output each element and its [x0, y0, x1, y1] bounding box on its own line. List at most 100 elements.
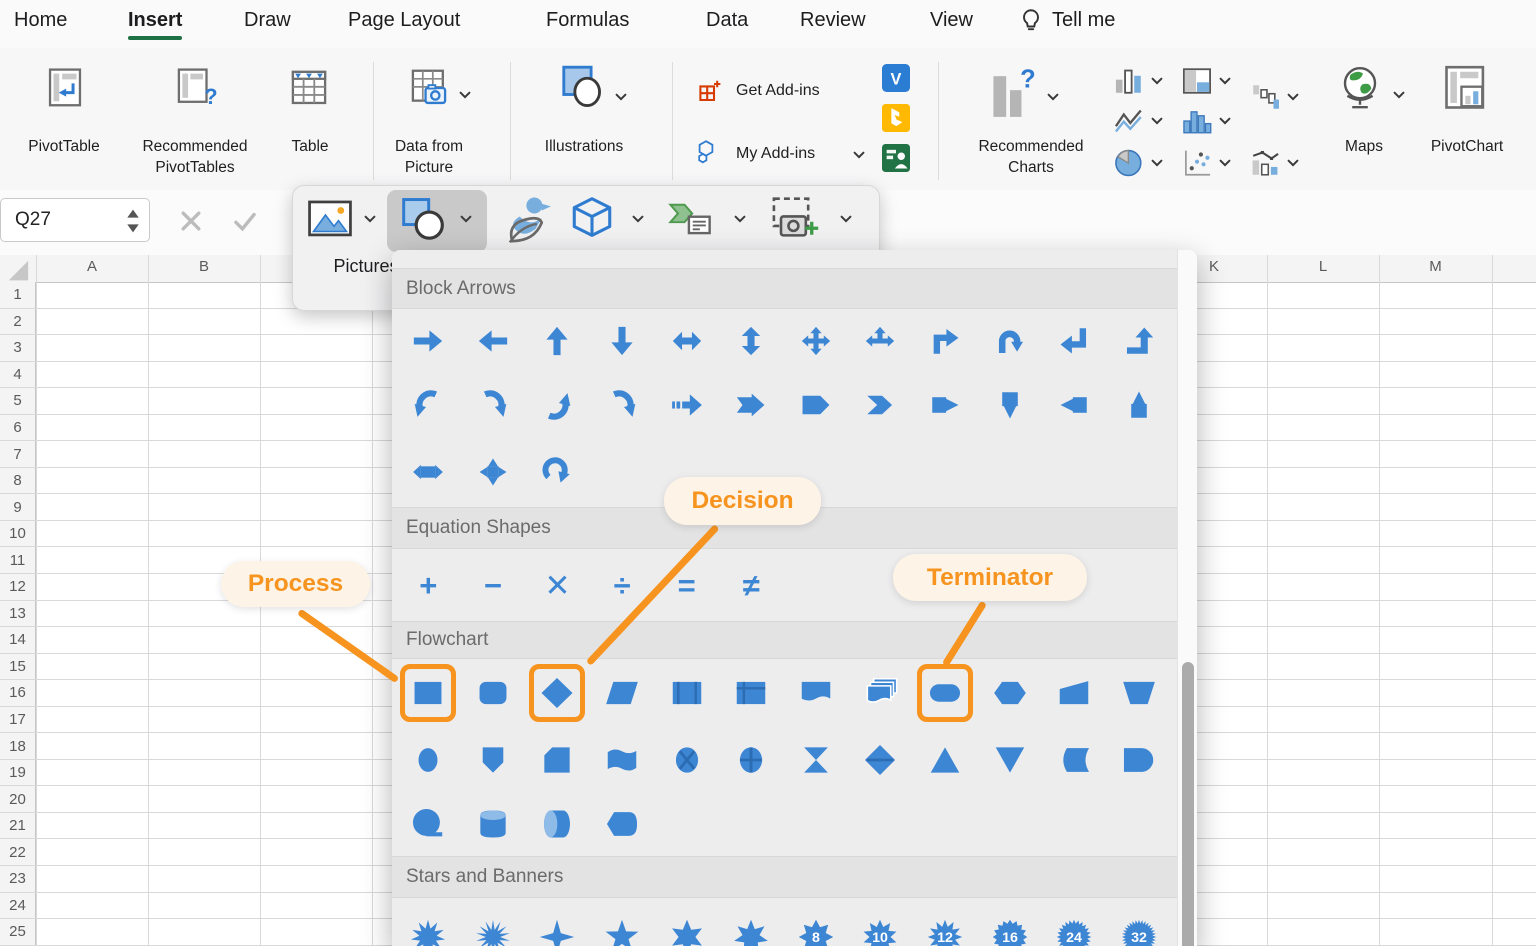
- shape-arrow-circular[interactable]: [525, 437, 590, 507]
- data-from-picture-button[interactable]: Data from Picture: [372, 136, 486, 178]
- menu-tab-data[interactable]: Data: [706, 9, 748, 32]
- panel-scrollbar-thumb[interactable]: [1182, 662, 1194, 946]
- menu-tab-view[interactable]: View: [930, 9, 973, 32]
- chart-line-icon[interactable]: [1112, 104, 1146, 138]
- chevron-down-icon[interactable]: [1286, 90, 1300, 104]
- shape-fc-card[interactable]: [525, 727, 590, 792]
- shape-arrow-bent-up-left[interactable]: [1042, 309, 1107, 373]
- shape-star-24[interactable]: 24: [1042, 911, 1107, 946]
- menu-tab-insert[interactable]: Insert: [128, 9, 182, 32]
- shape-fc-document[interactable]: [784, 659, 849, 727]
- shape-star-12[interactable]: 12: [913, 911, 978, 946]
- shape-arrow-callout-up[interactable]: [1107, 373, 1172, 437]
- pictures-icon[interactable]: [303, 194, 357, 244]
- row-header-17[interactable]: 17: [0, 707, 36, 733]
- chart-treemap-icon[interactable]: [1180, 64, 1214, 98]
- row-header-20[interactable]: 20: [0, 786, 36, 812]
- shape-star-7[interactable]: [719, 911, 784, 946]
- recommended-charts-button[interactable]: Recommended Charts: [956, 136, 1106, 178]
- chart-combo-icon[interactable]: [1248, 146, 1282, 180]
- row-header-3[interactable]: 3: [0, 335, 36, 361]
- chevron-down-icon[interactable]: [1218, 156, 1232, 170]
- shape-shape-pentagon[interactable]: [784, 373, 849, 437]
- chart-waterfall-icon[interactable]: [1248, 80, 1282, 114]
- shape-star-8[interactable]: 8: [784, 911, 849, 946]
- icons-button-icon[interactable]: [499, 192, 555, 246]
- shape-shape-chevron[interactable]: [848, 373, 913, 437]
- shape-star-6[interactable]: [654, 911, 719, 946]
- chart-column-icon[interactable]: [1112, 64, 1146, 98]
- shape-arrow-callout-right[interactable]: [913, 373, 978, 437]
- shape-fc-connector[interactable]: [396, 727, 461, 792]
- row-header-24[interactable]: 24: [0, 893, 36, 919]
- chevron-down-icon[interactable]: [1286, 156, 1300, 170]
- shape-fc-sequential-access[interactable]: [396, 792, 461, 856]
- row-header-11[interactable]: 11: [0, 547, 36, 573]
- chevron-down-icon[interactable]: [1392, 88, 1406, 102]
- shape-fc-sort[interactable]: [848, 727, 913, 792]
- shape-fc-predefined-process[interactable]: [654, 659, 719, 727]
- shape-arrow-curved-left[interactable]: [396, 373, 461, 437]
- shape-fc-merge[interactable]: [977, 727, 1042, 792]
- row-header-5[interactable]: 5: [0, 388, 36, 414]
- shape-arrow-curved-up[interactable]: [525, 373, 590, 437]
- pivottable-button[interactable]: PivotTable: [4, 136, 124, 157]
- shape-fc-manual-operation[interactable]: [1107, 659, 1172, 727]
- name-box-stepper[interactable]: [125, 206, 141, 236]
- visio-icon[interactable]: V: [882, 64, 910, 92]
- shape-arrow-right[interactable]: [396, 309, 461, 373]
- shape-fc-preparation[interactable]: [977, 659, 1042, 727]
- shape-eq-multiply[interactable]: ✕: [525, 549, 590, 621]
- shape-fc-summing-junction[interactable]: [654, 727, 719, 792]
- shape-fc-internal-storage[interactable]: [719, 659, 784, 727]
- shape-fc-delay[interactable]: [1107, 727, 1172, 792]
- confirm-icon[interactable]: [230, 208, 260, 234]
- column-header-A[interactable]: A: [36, 258, 148, 275]
- pivotchart-button[interactable]: PivotChart: [1412, 136, 1522, 157]
- row-header-6[interactable]: 6: [0, 415, 36, 441]
- shape-arrow-callout-left-right[interactable]: [396, 437, 461, 507]
- shape-star-burst2[interactable]: [461, 911, 526, 946]
- shape-arrow-up-down[interactable]: [719, 309, 784, 373]
- row-header-22[interactable]: 22: [0, 839, 36, 865]
- chevron-down-icon[interactable]: [1150, 156, 1164, 170]
- menu-tab-draw[interactable]: Draw: [244, 9, 291, 32]
- chevron-down-icon[interactable]: [363, 212, 377, 226]
- shape-eq-minus[interactable]: −: [461, 549, 526, 621]
- chevron-down-icon[interactable]: [1150, 74, 1164, 88]
- chevron-down-icon[interactable]: [839, 212, 853, 226]
- row-header-23[interactable]: 23: [0, 866, 36, 892]
- chevron-down-icon[interactable]: [1218, 74, 1232, 88]
- row-header-7[interactable]: 7: [0, 441, 36, 467]
- shape-fc-display[interactable]: [590, 792, 655, 856]
- shape-arrow-left[interactable]: [461, 309, 526, 373]
- shape-eq-not-equal[interactable]: ≠: [719, 549, 784, 621]
- shape-fc-collate[interactable]: [784, 727, 849, 792]
- shape-arrow-u-turn[interactable]: [977, 309, 1042, 373]
- shape-arrow-curved-right[interactable]: [461, 373, 526, 437]
- shape-fc-punched-tape[interactable]: [590, 727, 655, 792]
- recommended-pivottables-button[interactable]: Recommended PivotTables: [118, 136, 272, 178]
- row-header-18[interactable]: 18: [0, 733, 36, 759]
- my-addins-button[interactable]: My Add-ins: [736, 145, 815, 163]
- shape-arrow-striped-right[interactable]: [654, 373, 719, 437]
- shape-arrow-bent[interactable]: [913, 309, 978, 373]
- row-header-14[interactable]: 14: [0, 627, 36, 653]
- shape-eq-plus[interactable]: +: [396, 549, 461, 621]
- row-header-19[interactable]: 19: [0, 760, 36, 786]
- people-graph-icon[interactable]: [882, 144, 910, 172]
- shape-fc-magnetic-disk[interactable]: [461, 792, 526, 856]
- cancel-icon[interactable]: [178, 208, 204, 234]
- chevron-down-icon[interactable]: [1218, 114, 1232, 128]
- row-header-13[interactable]: 13: [0, 601, 36, 627]
- shape-star-4[interactable]: [525, 911, 590, 946]
- shape-fc-multidocument[interactable]: [848, 659, 913, 727]
- shape-fc-or[interactable]: [719, 727, 784, 792]
- column-header-B[interactable]: B: [148, 258, 260, 275]
- shape-arrow-left-right[interactable]: [654, 309, 719, 373]
- column-header-K[interactable]: K: [1197, 258, 1231, 275]
- chevron-down-icon[interactable]: [852, 148, 866, 162]
- illustrations-button[interactable]: Illustrations: [520, 136, 648, 157]
- shape-arrow-bent-up-right[interactable]: [1107, 309, 1172, 373]
- shape-fc-offpage-connector[interactable]: [461, 727, 526, 792]
